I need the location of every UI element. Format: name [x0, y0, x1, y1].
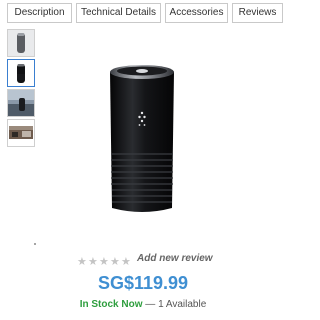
star-icon[interactable]: ★ [110, 255, 121, 269]
star-icon[interactable]: ★ [77, 255, 88, 269]
thumbnail-2-selected[interactable] [7, 59, 35, 87]
stock-status: In Stock Now [79, 299, 143, 310]
purifier-thumbnail-icon [8, 60, 34, 86]
star-icon[interactable]: ★ [88, 255, 99, 269]
tab-accessories[interactable]: Accessories [165, 3, 228, 23]
add-review-link[interactable]: Add new review [137, 252, 213, 266]
car-interior-thumbnail-icon [8, 120, 34, 146]
product-tabs: Description Technical Details Accessorie… [7, 3, 283, 23]
thumbnail-4[interactable] [7, 119, 35, 147]
tab-description[interactable]: Description [7, 3, 72, 23]
product-detail-page: Description Technical Details Accessorie… [0, 0, 286, 320]
star-rating[interactable]: ★★★★★ [77, 252, 133, 269]
image-marker-dot [34, 243, 36, 245]
stock-separator: — [142, 299, 159, 310]
stock-available-count: 1 Available [158, 299, 207, 310]
purifier-thumbnail-icon [8, 30, 34, 56]
thumbnail-1[interactable] [7, 29, 35, 57]
in-car-photo-thumbnail-icon [8, 90, 34, 116]
star-icon[interactable]: ★ [121, 255, 132, 269]
rating-row: ★★★★★ Add new review [0, 252, 286, 268]
stock-status-row: In Stock Now — 1 Available [0, 298, 286, 312]
star-icon[interactable]: ★ [99, 255, 110, 269]
thumbnail-3[interactable] [7, 89, 35, 117]
tab-reviews[interactable]: Reviews [232, 3, 283, 23]
car-air-purifier-icon [110, 65, 174, 212]
tab-technical-details[interactable]: Technical Details [76, 3, 161, 23]
product-price: SG$119.99 [97, 273, 189, 293]
